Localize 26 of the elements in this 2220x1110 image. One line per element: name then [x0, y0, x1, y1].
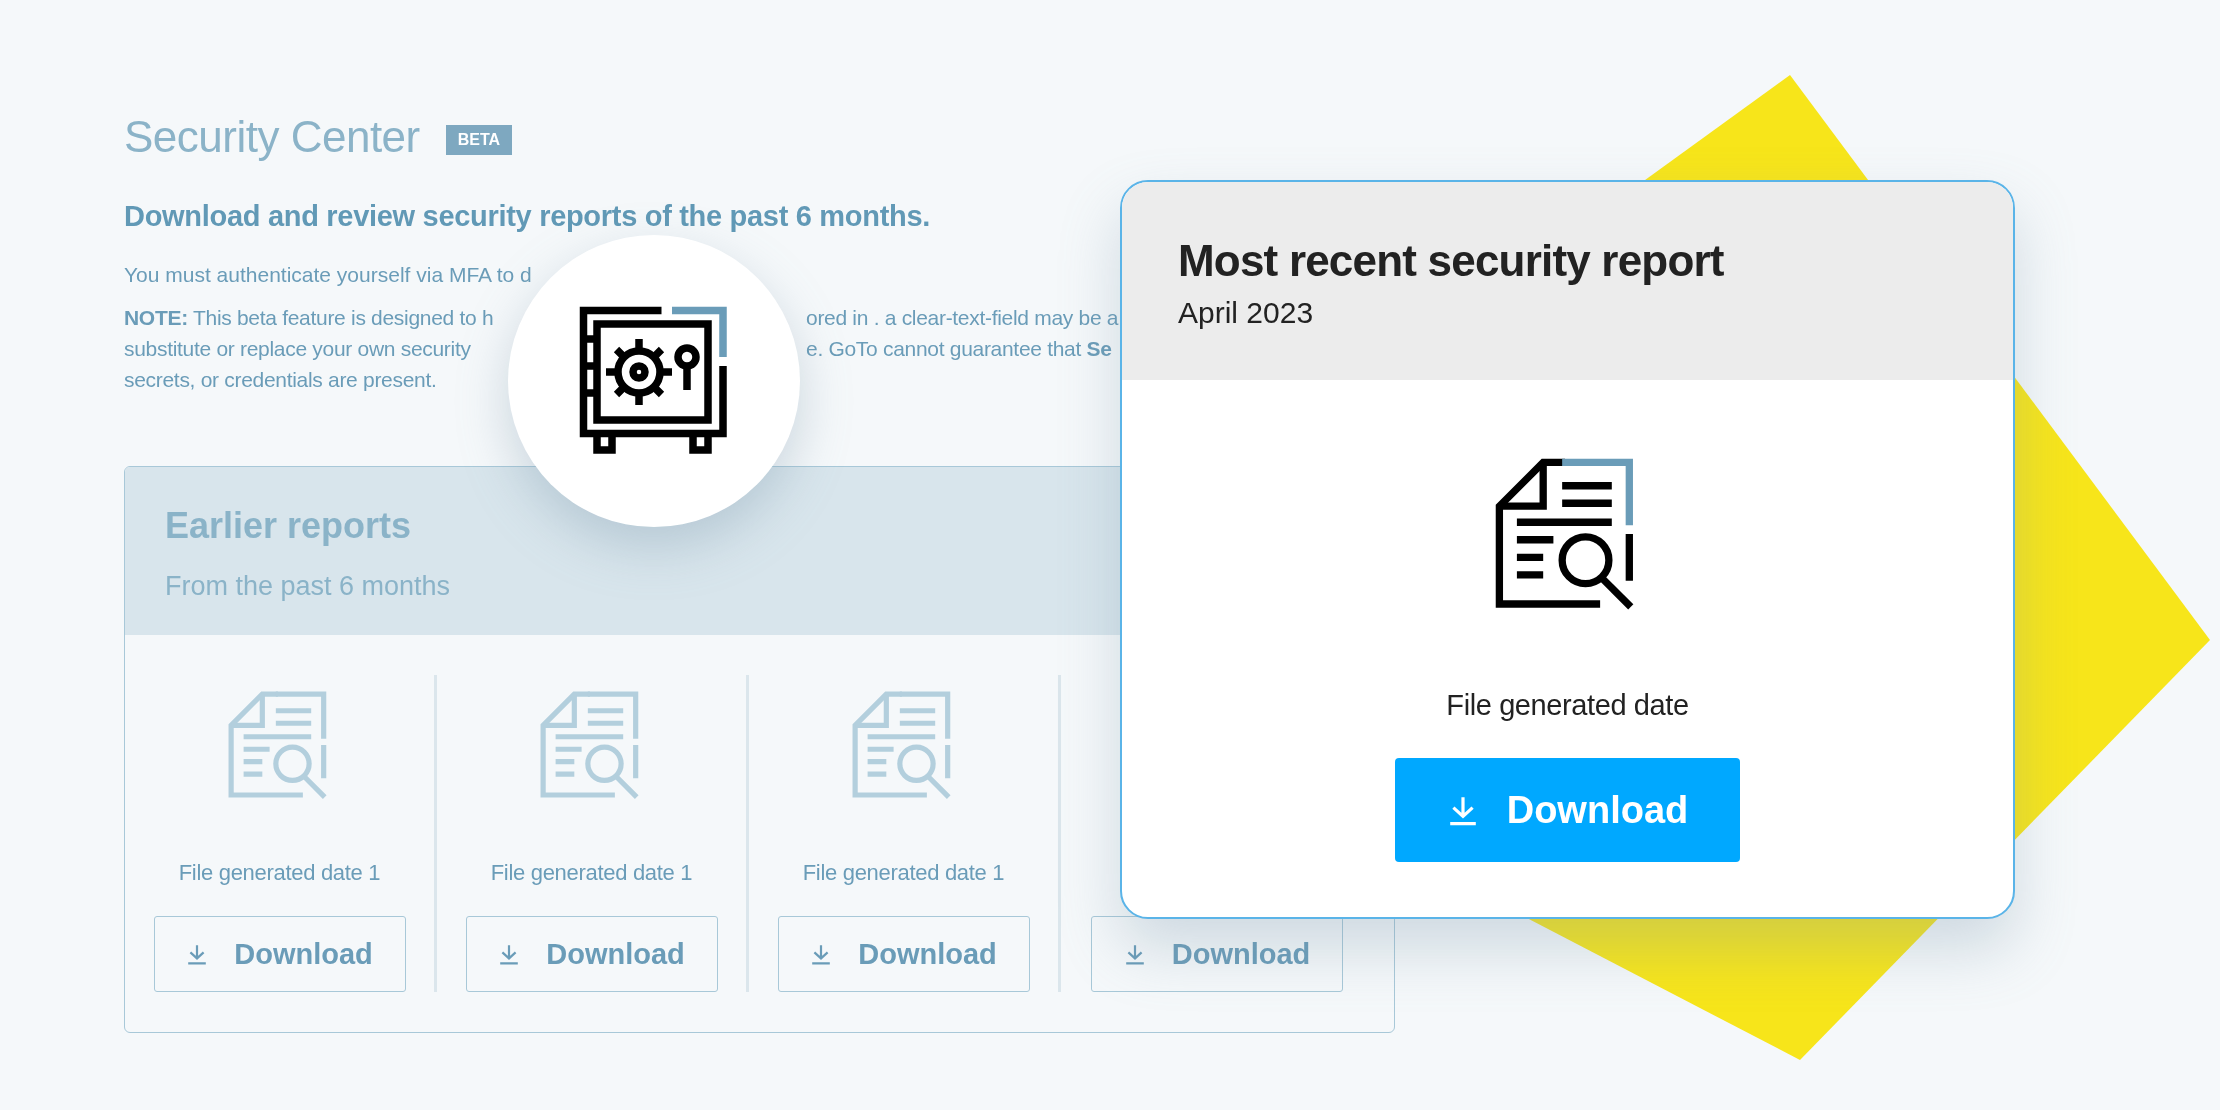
report-month: April 2023	[1178, 296, 1315, 330]
report-date: File generated date	[1446, 689, 1689, 723]
note-text: secrets, or credentials are present.	[124, 368, 437, 391]
download-button[interactable]: Download	[777, 916, 1030, 992]
download-button[interactable]: Download	[465, 916, 718, 992]
page-subtitle: Download and review security reports of the past 6 months.	[124, 200, 931, 233]
note-text: NOTE: This beta feature is designed to h	[124, 306, 494, 329]
download-icon	[186, 943, 209, 965]
report-date: File generated date 1	[178, 860, 381, 886]
safe-icon	[579, 306, 729, 456]
panel-title: Earlier reports	[165, 505, 413, 547]
download-button[interactable]: Download	[1395, 758, 1740, 863]
note-text: e. GoTo cannot guarantee that Se	[806, 337, 1112, 360]
report-date: File generated date 1	[802, 860, 1005, 886]
auth-notice: You must authenticate yourself via MFA to d	[124, 263, 532, 287]
panel-subtitle: From the past 6 months	[165, 571, 452, 602]
download-button[interactable]: Download	[153, 916, 406, 992]
note-text: substitute or replace your own security	[124, 337, 471, 360]
beta-badge: BETA	[445, 125, 513, 155]
download-icon	[498, 943, 521, 965]
note-text: ored in . a clear-text-field may be a	[806, 306, 1119, 329]
card-title: Most recent security report	[1178, 236, 1725, 286]
download-icon	[1123, 943, 1146, 965]
page-title: Security Center	[124, 112, 420, 162]
report-date: File generated date 1	[490, 860, 693, 886]
download-icon	[810, 943, 833, 965]
